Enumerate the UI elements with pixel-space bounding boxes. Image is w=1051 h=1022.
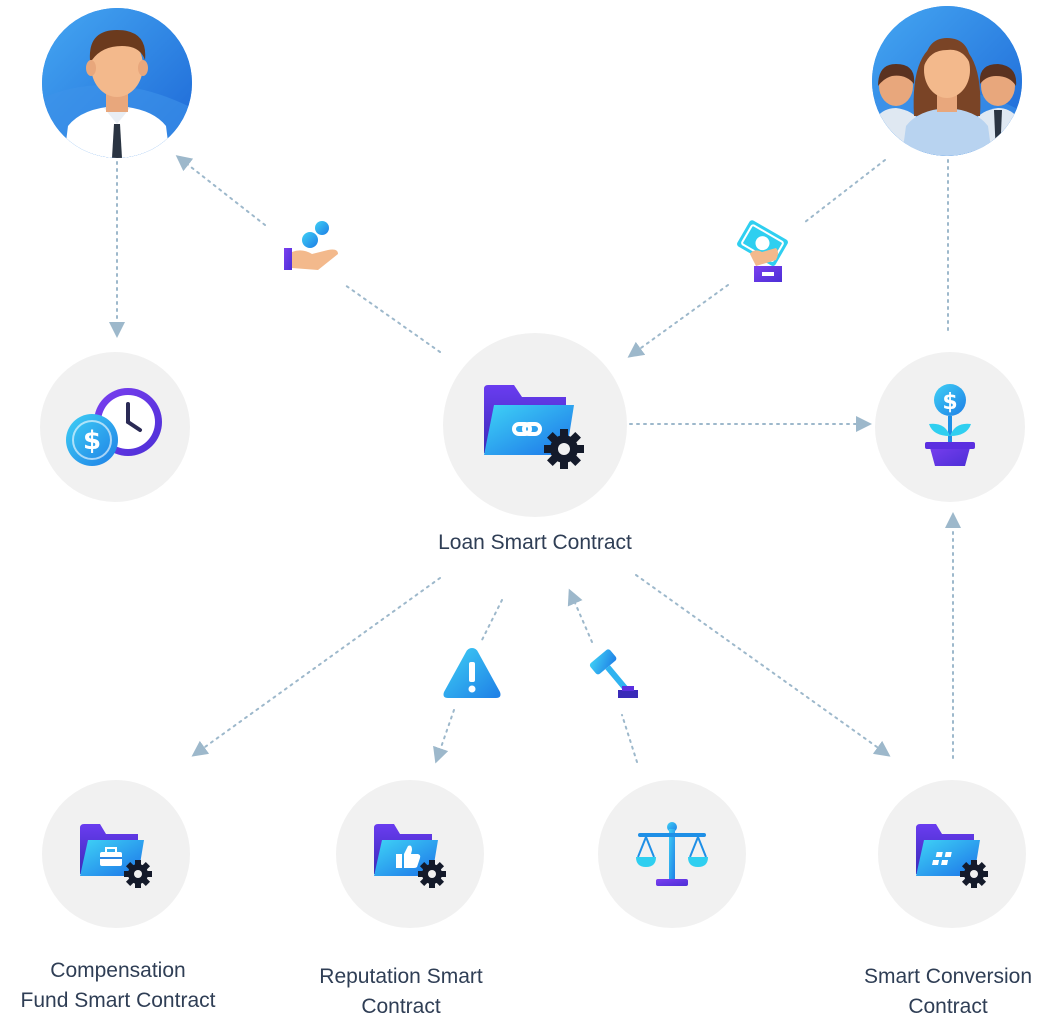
reputation-label: Reputation Smart Contract (290, 962, 512, 1022)
scales-icon (636, 822, 708, 886)
svg-text:$: $ (83, 426, 101, 456)
gavel-icon (589, 649, 638, 698)
warning-icon-wrap (442, 644, 502, 700)
loan-smart-contract-label: Loan Smart Contract (380, 528, 690, 558)
hand-cash-icon (737, 220, 788, 282)
edge-loan-to-compensation (191, 577, 441, 757)
edge-arbitration-to-loan-b (567, 588, 593, 643)
repayment-schedule-node: $ (40, 352, 190, 502)
arbitration-node (598, 780, 746, 928)
folder-link-gear-icon (484, 385, 584, 469)
hand-coins-icon (284, 221, 338, 270)
compensation-fund-label-line1: Compensation (50, 959, 186, 982)
reputation-node (336, 780, 484, 928)
judgement-icon-wrap (582, 646, 642, 702)
funding-icon-wrap (732, 218, 792, 286)
edge-loan-to-reputation-a (481, 599, 503, 641)
svg-text:$: $ (942, 390, 957, 415)
reputation-label-line1: Reputation Smart (319, 965, 483, 988)
borrower-avatar (42, 8, 192, 158)
edge-lenders-to-loan-a (804, 159, 886, 223)
edge-lenders-to-loan-b (627, 284, 729, 358)
edge-loan-to-borrower-b (175, 155, 266, 226)
compensation-fund-node (42, 780, 190, 928)
investment-node: $ (875, 352, 1025, 502)
compensation-fund-label: Compensation Fund Smart Contract (0, 956, 236, 1016)
dollar-clock-icon: $ (66, 388, 162, 466)
compensation-fund-label-line2: Fund Smart Contract (20, 989, 216, 1012)
edge-loan-to-conversion (635, 574, 891, 757)
edge-loan-to-borrower-a (344, 284, 441, 353)
loan-smart-contract-node (443, 333, 627, 517)
group-avatar-icon (872, 6, 1022, 156)
businessman-avatar-icon (42, 8, 192, 158)
edge-loan-to-reputation-b (433, 709, 455, 764)
loan-payout-icon-wrap (282, 218, 342, 274)
warning-icon (443, 648, 501, 698)
lenders-avatar (872, 6, 1022, 156)
folder-thumbs-up-gear-icon (374, 824, 446, 888)
dollar-plant-icon: $ (925, 384, 975, 466)
folder-briefcase-gear-icon (80, 824, 152, 888)
conversion-label: Smart Conversion Contract (845, 962, 1051, 1022)
conversion-label-line1: Smart Conversion (863, 965, 1033, 988)
edge-arbitration-to-loan-a (621, 714, 638, 763)
conversion-node (878, 780, 1026, 928)
folder-grid-gear-icon (916, 824, 988, 888)
loan-smart-contract-label-text: Loan Smart Contract (438, 531, 632, 554)
